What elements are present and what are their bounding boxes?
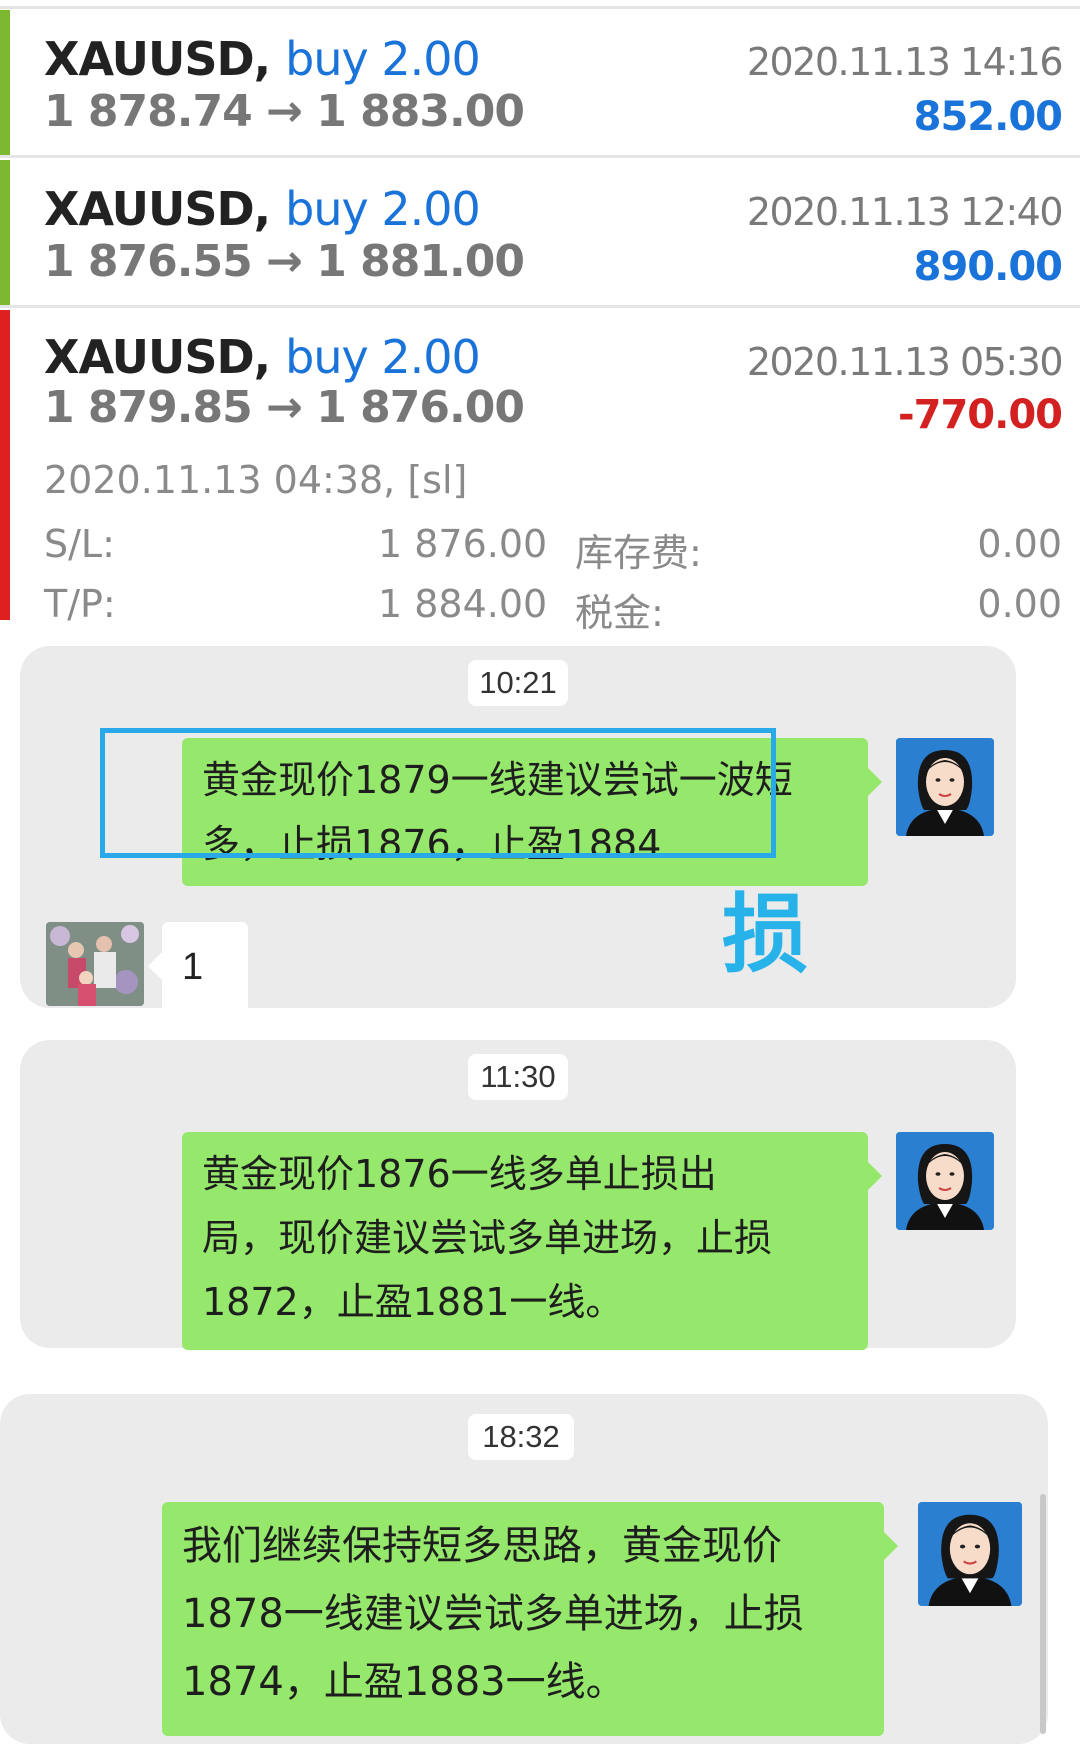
message-line: 我们继续保持短多思路，黄金现价: [182, 1523, 782, 1569]
reply-text: 1: [182, 946, 204, 988]
chat-panel: 10:21 黄金现价1879一线建议尝试一波短 多，止损1876，止盈1884: [20, 646, 1016, 1008]
trade-status-bar: [0, 160, 10, 305]
highlight-frame: [100, 728, 776, 858]
sl-label: S/L:: [44, 522, 115, 566]
trade-close-time: 2020.11.13 14:16: [746, 40, 1064, 84]
reply-bubble[interactable]: 1: [148, 922, 248, 1008]
trade-prices: 1 878.74 → 1 883.00: [44, 86, 525, 137]
trade-open-time: 2020.11.13 04:38, [sl]: [44, 458, 468, 502]
trade-direction: buy 2.00: [285, 32, 481, 86]
scrollbar[interactable]: [1040, 1494, 1046, 1734]
trade-row-expanded[interactable]: XAUUSD, buy 2.00 1 879.85 → 1 876.00 202…: [0, 310, 1080, 635]
symbol-text: XAUUSD,: [44, 182, 271, 236]
loss-stamp: 损: [722, 885, 808, 985]
symbol-text: XAUUSD,: [44, 330, 271, 384]
trade-profit: 852.00: [913, 94, 1063, 140]
message-line: 1874，止盈1883一线。: [182, 1659, 626, 1705]
trade-direction: buy 2.00: [285, 330, 481, 384]
message-line: 1872，止盈1881一线。: [202, 1280, 624, 1324]
trade-symbol: XAUUSD, buy 2.00: [44, 330, 481, 384]
tax-label: 税金:: [575, 591, 664, 635]
trade-status-bar: [0, 10, 10, 155]
bubble-tail: [884, 1532, 898, 1560]
family-photo-avatar[interactable]: [46, 922, 144, 1006]
trade-history-list: XAUUSD, buy 2.00 1 878.74 → 1 883.00 202…: [0, 0, 1080, 635]
symbol-text: XAUUSD,: [44, 32, 271, 86]
bubble-tail: [868, 1162, 882, 1190]
chat-message-bubble[interactable]: 黄金现价1876一线多单止损出 局，现价建议尝试多单进场，止损 1872，止盈1…: [182, 1132, 882, 1350]
divider: [0, 6, 1080, 9]
swap-value: 0.00: [977, 522, 1062, 566]
tax-value: 0.00: [977, 582, 1062, 626]
trade-close-time: 2020.11.13 12:40: [746, 190, 1064, 234]
trade-row[interactable]: XAUUSD, buy 2.00 1 878.74 → 1 883.00 202…: [0, 10, 1080, 158]
chat-message-bubble[interactable]: 我们继续保持短多思路，黄金现价 1878一线建议尝试多单进场，止损 1874，止…: [162, 1502, 898, 1736]
woman-portrait-avatar[interactable]: [896, 1132, 994, 1230]
trade-profit: -770.00: [898, 392, 1063, 438]
woman-portrait-avatar[interactable]: [896, 738, 994, 836]
trade-profit: 890.00: [913, 244, 1063, 290]
screenshot-collage: XAUUSD, buy 2.00 1 878.74 → 1 883.00 202…: [0, 0, 1080, 1760]
bubble-tail: [148, 952, 162, 980]
message-line: 1878一线建议尝试多单进场，止损: [182, 1591, 804, 1637]
chat-panel: 18:32 我们继续保持短多思路，黄金现价 1878一线建议尝试多单进场，止损 …: [0, 1394, 1048, 1744]
message-line: 局，现价建议尝试多单进场，止损: [202, 1216, 773, 1260]
trade-status-bar: [0, 310, 10, 620]
message-timestamp: 11:30: [468, 1054, 568, 1100]
message-timestamp: 10:21: [468, 660, 568, 706]
woman-portrait-avatar[interactable]: [918, 1502, 1022, 1606]
swap-label: 库存费:: [575, 531, 702, 575]
bubble-tail: [868, 768, 882, 796]
tp-label: T/P:: [44, 582, 116, 626]
trade-row[interactable]: XAUUSD, buy 2.00 1 876.55 → 1 881.00 202…: [0, 160, 1080, 308]
trade-symbol: XAUUSD, buy 2.00: [44, 182, 481, 236]
trade-direction: buy 2.00: [285, 182, 481, 236]
message-timestamp: 18:32: [468, 1414, 574, 1460]
trade-symbol: XAUUSD, buy 2.00: [44, 32, 481, 86]
sl-value: 1 876.00: [378, 522, 548, 566]
trade-close-time: 2020.11.13 05:30: [746, 340, 1064, 384]
message-line: 黄金现价1876一线多单止损出: [202, 1152, 717, 1196]
chat-panel: 11:30 黄金现价1876一线多单止损出 局，现价建议尝试多单进场，止损 18…: [20, 1040, 1016, 1350]
trade-prices: 1 876.55 → 1 881.00: [44, 236, 525, 287]
trade-prices: 1 879.85 → 1 876.00: [44, 382, 525, 433]
tp-value: 1 884.00: [378, 582, 548, 626]
